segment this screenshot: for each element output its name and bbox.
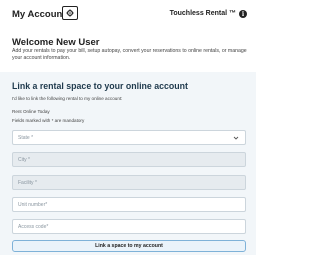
link-space-button[interactable]: Link a space to my account — [12, 240, 246, 252]
settings-button[interactable] — [62, 6, 78, 20]
state-select[interactable]: State * — [12, 130, 246, 145]
mandatory-note: Fields marked with * are mandatory — [12, 118, 85, 123]
gear-icon — [66, 9, 74, 17]
facility-select[interactable]: Facility * — [12, 175, 246, 190]
panel-title: Link a rental space to your online accou… — [12, 81, 188, 91]
chevron-down-icon — [233, 136, 239, 140]
unit-number-input[interactable]: Unit number* — [12, 197, 246, 212]
rent-online-label: Rent Online Today — [12, 109, 50, 114]
welcome-title: Welcome New User — [12, 37, 100, 48]
page-title: My Account — [12, 9, 66, 20]
facility-placeholder: Facility * — [18, 180, 37, 186]
intro-text: I'd like to link the following rental to… — [12, 96, 123, 101]
welcome-description: Add your rentals to pay your bill, setup… — [12, 48, 247, 61]
city-placeholder: City * — [18, 157, 30, 163]
unit-number-placeholder: Unit number* — [18, 202, 48, 208]
brand-label: Touchless Rental ™ — [169, 10, 236, 17]
state-placeholder: State * — [18, 135, 34, 141]
access-code-input[interactable]: Access code* — [12, 219, 246, 234]
header: My Account Touchless Rental ™ i — [0, 0, 256, 30]
city-select[interactable]: City * — [12, 152, 246, 167]
access-code-placeholder: Access code* — [18, 224, 49, 230]
info-icon[interactable]: i — [239, 10, 247, 18]
